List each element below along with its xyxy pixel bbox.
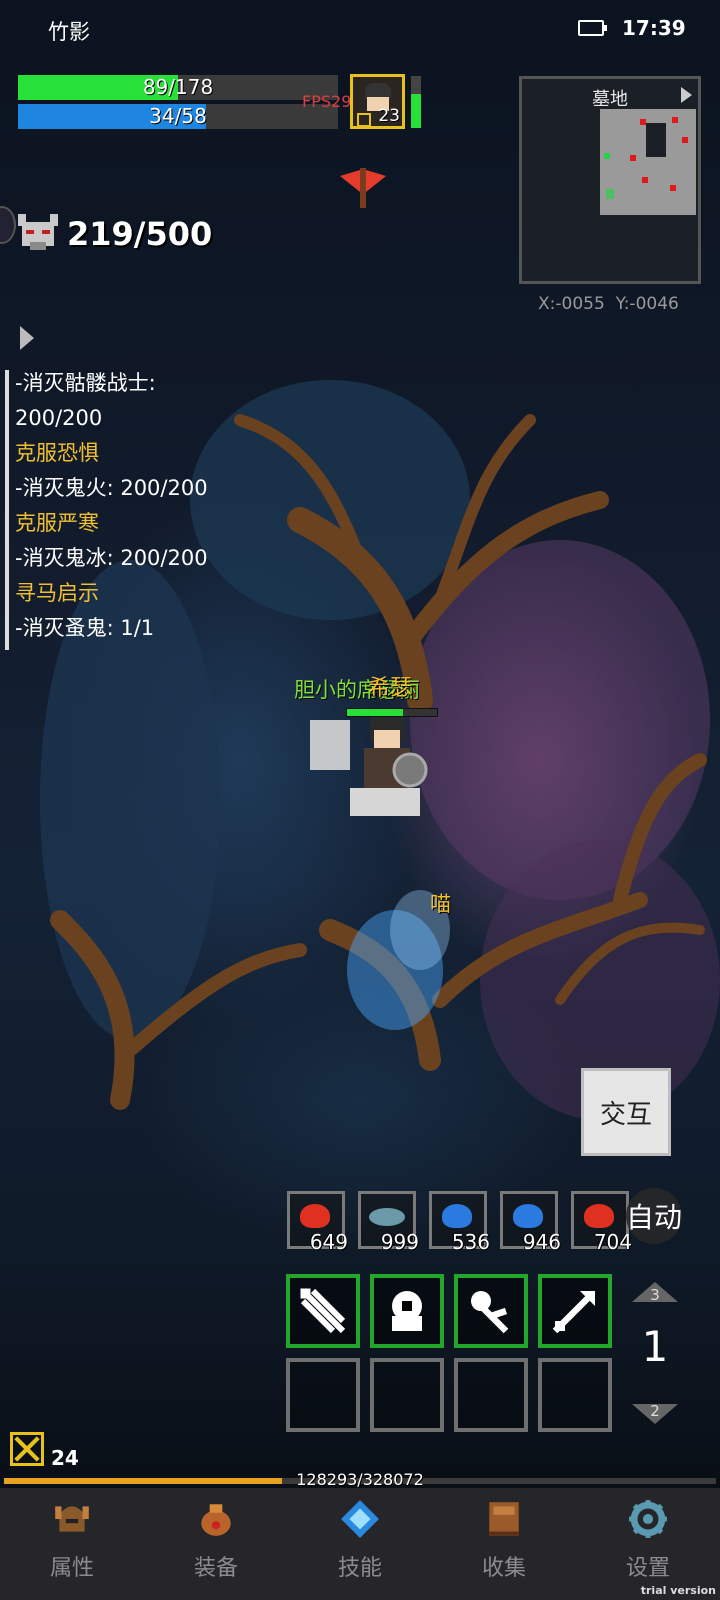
cat-label: 喵 — [430, 892, 451, 916]
item-count: 536 — [451, 1230, 490, 1254]
nav-label: 设置 — [625, 1556, 670, 1581]
red-potion-icon — [584, 1204, 614, 1228]
page-up-button[interactable]: 3 — [632, 1282, 678, 1304]
enemy-marker — [682, 137, 688, 143]
player-level-bottom: 24 — [51, 1446, 79, 1470]
bag-icon — [201, 1504, 231, 1536]
nav-equipment[interactable]: 装备 — [144, 1488, 288, 1600]
skill-slot-3[interactable] — [454, 1274, 528, 1348]
item-slot-2[interactable]: 999 — [358, 1191, 419, 1254]
quest-line: -消灭骷髅战士: — [15, 371, 156, 395]
arrow-volley-icon — [300, 1288, 346, 1334]
battery-icon — [578, 20, 607, 36]
skill-slot-2[interactable] — [370, 1274, 444, 1348]
quest-title[interactable]: 寻马启示 — [15, 576, 208, 611]
quest-line: -消灭鬼冰: 200/200 — [15, 546, 208, 570]
quest-line: -消灭鬼火: 200/200 — [15, 476, 208, 500]
minimap-expand-icon[interactable] — [681, 87, 692, 103]
quest-line: -消灭蚤鬼: 1/1 — [15, 616, 155, 640]
enemy-marker — [630, 155, 636, 161]
shield-bash-icon — [392, 1291, 422, 1331]
minimap-title: 墓地 — [592, 89, 628, 110]
enemy-marker — [642, 177, 648, 183]
item-slot-5[interactable]: 704 — [571, 1191, 632, 1254]
fish-icon — [369, 1208, 405, 1226]
book-icon — [489, 1502, 519, 1536]
player-level: 23 — [378, 106, 400, 126]
player-marker — [606, 189, 614, 199]
helmet-icon — [55, 1506, 89, 1532]
kill-counter: 219/500 — [67, 215, 213, 253]
stamina-bar — [411, 76, 421, 128]
blue-potion-icon — [513, 1204, 543, 1228]
watermark: trial version — [640, 1584, 716, 1597]
enemy-marker — [670, 185, 676, 191]
interact-button[interactable]: 交互 — [581, 1068, 671, 1156]
hp-label: 89/178 — [142, 75, 214, 99]
clock: 17:39 — [622, 16, 686, 40]
item-slot-3[interactable]: 536 — [429, 1191, 490, 1254]
xp-label: 128293/328072 — [296, 1470, 424, 1489]
quest-toggle-icon[interactable] — [20, 326, 34, 350]
skill-slot-1[interactable] — [286, 1274, 360, 1348]
item-count: 999 — [380, 1230, 419, 1254]
empty-slot[interactable] — [286, 1358, 360, 1432]
item-slot-4[interactable]: 946 — [500, 1191, 561, 1254]
nav-label: 收集 — [481, 1556, 526, 1581]
mp-label: 34/58 — [149, 104, 207, 128]
auto-label: 自动 — [626, 1201, 683, 1234]
red-potion-icon — [300, 1204, 330, 1228]
gear-icon — [629, 1500, 667, 1538]
nav-skills[interactable]: 技能 — [288, 1488, 432, 1600]
quest-divider — [5, 370, 9, 650]
player-portrait[interactable]: 23 — [350, 74, 405, 129]
enemy-marker — [672, 117, 678, 123]
minimap[interactable]: 墓地 — [519, 76, 701, 284]
nav-attributes[interactable]: 属性 — [0, 1488, 144, 1600]
quest-list: -消灭骷髅战士: 200/200 克服恐惧 -消灭鬼火: 200/200 克服严… — [15, 366, 208, 646]
current-page: 1 — [641, 1322, 669, 1371]
level-icon — [10, 1432, 44, 1466]
crystal-icon — [341, 1500, 379, 1538]
empty-slot[interactable] — [538, 1358, 612, 1432]
charge-icon — [471, 1291, 509, 1334]
player-overhead-hp — [346, 708, 438, 717]
hp-bar: 89/178 — [18, 75, 338, 100]
skill-slot-4[interactable] — [538, 1274, 612, 1348]
nav-label: 技能 — [337, 1556, 382, 1581]
blue-potion-icon — [442, 1204, 472, 1228]
empty-slot[interactable] — [370, 1358, 444, 1432]
empty-slot[interactable] — [454, 1358, 528, 1432]
minimap-room — [600, 165, 696, 215]
page-up-label: 3 — [650, 1286, 660, 1304]
enemy-marker — [640, 119, 646, 125]
mp-bar: 34/58 — [18, 104, 338, 129]
fps-counter: FPS29 — [302, 92, 352, 111]
minimap-wall — [646, 123, 666, 157]
auto-button[interactable]: 自动 — [626, 1188, 682, 1244]
bottom-nav: 属性 装备 技能 收集 设置 — [0, 1488, 720, 1600]
item-count: 946 — [522, 1230, 561, 1254]
quest-title[interactable]: 克服严寒 — [15, 506, 208, 541]
nav-label: 属性 — [49, 1556, 94, 1581]
item-slot-1[interactable]: 649 — [287, 1191, 348, 1254]
level-icon — [357, 113, 371, 127]
page-down-button[interactable]: 2 — [632, 1400, 678, 1424]
arrow-shot-icon — [552, 1291, 595, 1334]
quest-line: 200/200 — [15, 406, 103, 430]
npc-marker — [604, 153, 610, 159]
item-count: 649 — [309, 1230, 348, 1254]
interact-label: 交互 — [599, 1099, 652, 1130]
pet-name-tag: 希瑟 — [368, 676, 413, 701]
nav-label: 装备 — [193, 1556, 238, 1581]
quest-title[interactable]: 克服恐惧 — [15, 436, 208, 471]
app-name: 竹影 — [48, 20, 90, 44]
wolf-skull-icon — [18, 214, 58, 254]
nav-collection[interactable]: 收集 — [432, 1488, 576, 1600]
minimap-coordinates: X:-0055 Y:-0046 — [538, 294, 679, 314]
page-down-label: 2 — [650, 1402, 660, 1420]
